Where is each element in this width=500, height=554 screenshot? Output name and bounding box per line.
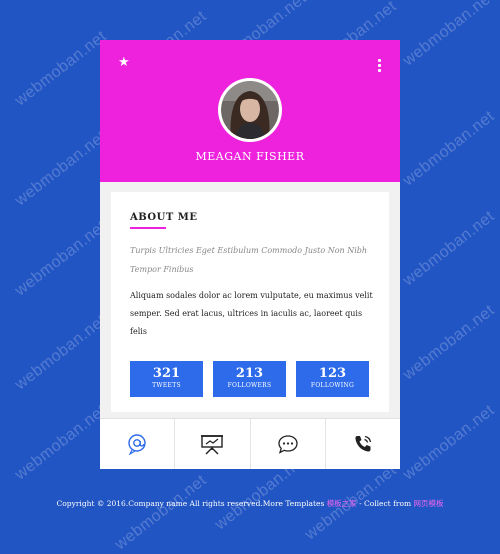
- watermark-text: webmoban.net: [400, 107, 498, 190]
- stat-label: TWEETS: [152, 382, 181, 389]
- phone-icon: [355, 435, 372, 452]
- watermark-text: webmoban.net: [400, 301, 498, 384]
- avatar: [218, 78, 282, 142]
- profile-footer-nav: [100, 418, 400, 469]
- watermark-text: webmoban.net: [400, 0, 498, 70]
- title-underline: [130, 227, 166, 229]
- web-templates-link[interactable]: 网页模板: [413, 499, 443, 508]
- copyright-footer: Copyright © 2016.Company name All rights…: [0, 498, 500, 509]
- stat-value: 213: [235, 366, 264, 381]
- about-panel: ABOUT ME Turpis Ultricies Eget Estibulum…: [111, 192, 389, 412]
- collect-text: - Collect from: [356, 499, 414, 508]
- watermark-text: webmoban.net: [12, 217, 110, 300]
- at-sign-icon: [128, 434, 146, 455]
- mention-button[interactable]: [100, 419, 176, 469]
- stat-tweets[interactable]: 321 TWEETS: [130, 361, 203, 397]
- profile-header: ★ MEAGAN FISHER: [100, 40, 400, 182]
- stat-followers[interactable]: 213 FOLLOWERS: [213, 361, 286, 397]
- call-button[interactable]: [326, 419, 400, 469]
- about-title: ABOUT ME: [130, 212, 198, 223]
- avatar-photo: [221, 81, 279, 139]
- about-tagline: Turpis Ultricies Eget Estibulum Commodo …: [130, 246, 368, 274]
- chat-button[interactable]: [251, 419, 326, 469]
- presentation-icon: [201, 435, 224, 455]
- presentation-button[interactable]: [175, 419, 251, 469]
- watermark-text: webmoban.net: [12, 27, 110, 110]
- stat-value: 123: [318, 366, 347, 381]
- watermark-text: webmoban.net: [400, 401, 498, 484]
- stat-label: FOLLOWING: [310, 382, 355, 389]
- watermark-text: webmoban.net: [112, 471, 210, 554]
- copyright-text: Copyright © 2016.Company name All rights…: [56, 499, 327, 508]
- profile-card: ★ MEAGAN FISHER ABOUT ME Turpis Ultricie…: [100, 40, 400, 469]
- stat-label: FOLLOWERS: [227, 382, 272, 389]
- templates-link[interactable]: 模板之家: [327, 499, 357, 508]
- watermark-text: webmoban.net: [12, 127, 110, 210]
- about-bio: Aliquam sodales dolor ac lorem vulputate…: [130, 291, 373, 336]
- chat-icon: [277, 435, 298, 454]
- profile-name: MEAGAN FISHER: [195, 150, 305, 163]
- more-vertical-icon[interactable]: [378, 59, 381, 72]
- stat-following[interactable]: 123 FOLLOWING: [296, 361, 369, 397]
- profile-body: ABOUT ME Turpis Ultricies Eget Estibulum…: [100, 182, 400, 418]
- watermark-text: webmoban.net: [400, 207, 498, 290]
- star-icon[interactable]: ★: [118, 56, 130, 69]
- stat-value: 321: [152, 366, 181, 381]
- watermark-text: webmoban.net: [12, 401, 110, 484]
- watermark-text: webmoban.net: [12, 311, 110, 394]
